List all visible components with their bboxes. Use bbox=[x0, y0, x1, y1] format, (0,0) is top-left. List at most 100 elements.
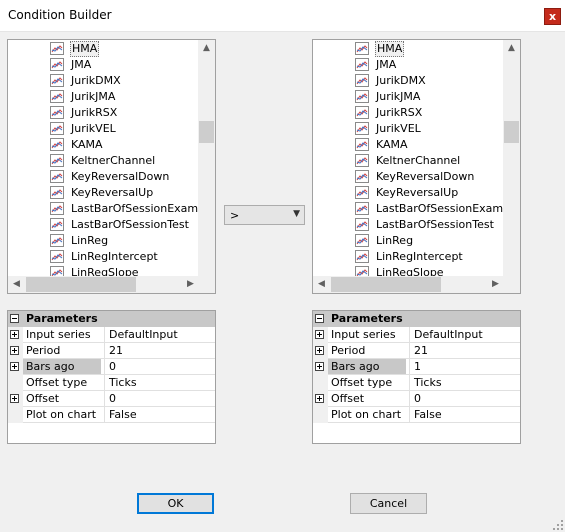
collapse-icon[interactable] bbox=[315, 314, 324, 323]
parameter-value[interactable]: 1 bbox=[409, 359, 520, 374]
list-item-label: JurikDMX bbox=[376, 74, 426, 87]
indicator-chart-icon bbox=[355, 234, 369, 247]
list-item-label: KAMA bbox=[71, 138, 103, 151]
left-vertical-scrollbar[interactable]: ▲ ▼ bbox=[198, 40, 215, 291]
ok-button[interactable]: OK bbox=[137, 493, 214, 514]
expand-icon[interactable] bbox=[10, 394, 19, 403]
parameter-value[interactable]: DefaultInput bbox=[104, 327, 215, 342]
parameter-row[interactable]: Period 21 bbox=[313, 343, 520, 359]
parameter-value[interactable]: 0 bbox=[104, 359, 215, 374]
parameter-name: Bars ago bbox=[23, 359, 101, 374]
indicator-chart-icon bbox=[50, 234, 64, 247]
indicator-chart-icon bbox=[355, 202, 369, 215]
list-item-label: JurikJMA bbox=[376, 90, 421, 103]
operator-dropdown[interactable]: > ▼ bbox=[224, 205, 305, 225]
scroll-up-arrow-icon[interactable]: ▲ bbox=[503, 40, 520, 57]
parameter-row[interactable]: Offset type Ticks bbox=[8, 375, 215, 391]
list-item-label: JurikRSX bbox=[71, 106, 118, 119]
indicator-chart-icon bbox=[50, 186, 64, 199]
parameter-row[interactable]: Input series DefaultInput bbox=[313, 327, 520, 343]
indicator-chart-icon bbox=[50, 122, 64, 135]
parameter-row[interactable]: Offset 0 bbox=[8, 391, 215, 407]
expand-icon[interactable] bbox=[315, 394, 324, 403]
list-item-label: LastBarOfSessionExam bbox=[376, 202, 504, 215]
parameter-name: Bars ago bbox=[328, 359, 406, 374]
row-gutter bbox=[8, 327, 23, 343]
parameter-value[interactable]: Ticks bbox=[409, 375, 520, 390]
indicator-chart-icon bbox=[50, 202, 64, 215]
parameter-name: Input series bbox=[331, 328, 396, 341]
scroll-thumb[interactable] bbox=[504, 121, 519, 143]
list-item-label: LastBarOfSessionExample bbox=[71, 202, 199, 215]
indicator-chart-icon bbox=[50, 74, 64, 87]
right-indicator-list[interactable]: HMA JMA JurikDMX JurikJMA JurikRSX JurikVEL KA… bbox=[312, 39, 521, 294]
row-gutter bbox=[8, 343, 23, 359]
parameter-row[interactable]: Bars ago 0 bbox=[8, 359, 215, 375]
parameter-value[interactable]: False bbox=[104, 407, 215, 422]
row-gutter bbox=[8, 407, 23, 423]
list-item-label: JurikRSX bbox=[376, 106, 423, 119]
parameter-name: Offset type bbox=[26, 376, 88, 389]
parameter-value[interactable]: 0 bbox=[409, 391, 520, 406]
scroll-up-arrow-icon[interactable]: ▲ bbox=[198, 40, 215, 57]
scroll-right-arrow-icon[interactable]: ▶ bbox=[182, 276, 199, 293]
row-gutter bbox=[313, 391, 328, 407]
scroll-thumb[interactable] bbox=[199, 121, 214, 143]
expand-icon[interactable] bbox=[315, 346, 324, 355]
parameter-row[interactable]: Offset type Ticks bbox=[313, 375, 520, 391]
parameter-name: Offset bbox=[331, 392, 365, 405]
scroll-left-arrow-icon[interactable]: ◀ bbox=[313, 276, 330, 293]
row-gutter bbox=[8, 375, 23, 391]
left-indicator-list[interactable]: HMA JMA JurikDMX JurikJMA JurikRSX JurikVEL KA… bbox=[7, 39, 216, 294]
expand-icon[interactable] bbox=[315, 362, 324, 371]
scroll-right-arrow-icon[interactable]: ▶ bbox=[487, 276, 504, 293]
cancel-button[interactable]: Cancel bbox=[350, 493, 427, 514]
parameter-row[interactable]: Offset 0 bbox=[313, 391, 520, 407]
expand-icon[interactable] bbox=[10, 362, 19, 371]
parameter-name: Plot on chart bbox=[26, 408, 97, 421]
list-item-label: JurikDMX bbox=[71, 74, 121, 87]
collapse-icon[interactable] bbox=[10, 314, 19, 323]
expand-icon[interactable] bbox=[315, 330, 324, 339]
parameter-value[interactable]: 21 bbox=[104, 343, 215, 358]
list-item-label: KAMA bbox=[376, 138, 408, 151]
right-list-items: HMA JMA JurikDMX JurikJMA JurikRSX JurikVEL KA… bbox=[313, 40, 504, 289]
parameter-value[interactable]: Ticks bbox=[104, 375, 215, 390]
close-button[interactable]: x bbox=[544, 8, 561, 25]
indicator-chart-icon bbox=[50, 250, 64, 263]
parameter-row[interactable]: Bars ago 1 bbox=[313, 359, 520, 375]
list-item-label: HMA bbox=[375, 41, 405, 57]
parameters-header[interactable]: Parameters bbox=[313, 311, 520, 327]
parameter-name: Input series bbox=[26, 328, 91, 341]
parameter-value[interactable]: 21 bbox=[409, 343, 520, 358]
parameter-name: Offset type bbox=[331, 376, 393, 389]
scroll-thumb[interactable] bbox=[26, 277, 136, 292]
parameter-row[interactable]: Period 21 bbox=[8, 343, 215, 359]
parameter-value[interactable]: 0 bbox=[104, 391, 215, 406]
scroll-thumb[interactable] bbox=[331, 277, 441, 292]
parameters-header[interactable]: Parameters bbox=[8, 311, 215, 327]
parameter-name: Offset bbox=[26, 392, 60, 405]
row-gutter bbox=[313, 359, 328, 375]
right-vertical-scrollbar[interactable]: ▲ ▼ bbox=[503, 40, 520, 291]
indicator-chart-icon bbox=[355, 90, 369, 103]
right-parameters-grid[interactable]: Parameters Input series DefaultInput Perio… bbox=[312, 310, 521, 444]
left-parameters-grid[interactable]: Parameters Input series DefaultInput Perio… bbox=[7, 310, 216, 444]
row-gutter bbox=[8, 391, 23, 407]
resize-grip-icon[interactable] bbox=[553, 520, 563, 530]
parameter-value[interactable]: DefaultInput bbox=[409, 327, 520, 342]
indicator-chart-icon bbox=[355, 58, 369, 71]
parameter-row[interactable]: Plot on chart False bbox=[8, 407, 215, 423]
parameter-row[interactable]: Input series DefaultInput bbox=[8, 327, 215, 343]
list-item-label: JMA bbox=[71, 58, 92, 71]
row-gutter bbox=[8, 359, 23, 375]
list-item-label: KeyReversalUp bbox=[376, 186, 459, 199]
parameter-row[interactable]: Plot on chart False bbox=[313, 407, 520, 423]
scroll-left-arrow-icon[interactable]: ◀ bbox=[8, 276, 25, 293]
list-item-label: KeltnerChannel bbox=[71, 154, 156, 167]
right-horizontal-scrollbar[interactable]: ◀ ▶ bbox=[313, 276, 504, 293]
left-horizontal-scrollbar[interactable]: ◀ ▶ bbox=[8, 276, 199, 293]
parameter-value[interactable]: False bbox=[409, 407, 520, 422]
expand-icon[interactable] bbox=[10, 330, 19, 339]
expand-icon[interactable] bbox=[10, 346, 19, 355]
